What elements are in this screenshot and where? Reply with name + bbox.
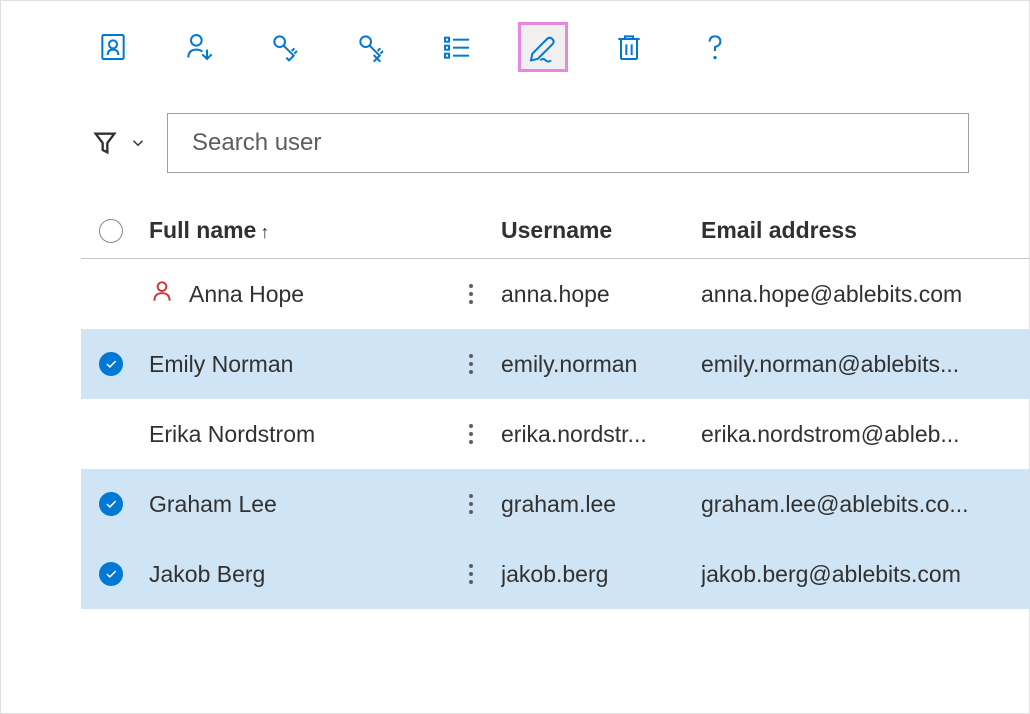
row-checkbox[interactable] <box>99 352 123 376</box>
toolbar <box>1 1 1029 93</box>
delete-button[interactable] <box>607 25 651 69</box>
add-user-icon <box>97 31 129 63</box>
row-more-button[interactable] <box>441 352 501 376</box>
reset-password-button[interactable] <box>263 25 307 69</box>
row-email: anna.hope@ablebits.com <box>701 281 1029 308</box>
assign-user-icon <box>183 31 215 63</box>
table-row[interactable]: Anna Hope anna.hopeanna.hope@ablebits.com <box>81 259 1029 329</box>
row-checkbox-wrap <box>81 492 141 516</box>
more-vertical-icon <box>468 352 474 376</box>
column-fullname[interactable]: Full name↑ <box>141 217 501 244</box>
row-checkbox-wrap <box>81 562 141 586</box>
row-email: graham.lee@ablebits.co... <box>701 491 1029 518</box>
row-email: erika.nordstrom@ableb... <box>701 421 1029 448</box>
row-fullname: Anna Hope <box>141 278 441 310</box>
more-vertical-icon <box>468 282 474 306</box>
list-icon <box>441 31 473 63</box>
row-more-button[interactable] <box>441 562 501 586</box>
row-fullname: Emily Norman <box>141 351 441 378</box>
row-email: jakob.berg@ablebits.com <box>701 561 1029 588</box>
row-username: emily.norman <box>501 351 701 378</box>
filter-button[interactable] <box>91 129 147 157</box>
key-check-icon <box>269 31 301 63</box>
remove-password-button[interactable] <box>349 25 393 69</box>
more-vertical-icon <box>468 422 474 446</box>
more-vertical-icon <box>468 562 474 586</box>
add-user-button[interactable] <box>91 25 135 69</box>
table-row[interactable]: Erika Nordstrom erika.nordstr...erika.nor… <box>81 399 1029 469</box>
select-all-checkbox[interactable] <box>99 219 123 243</box>
table-header: Full name↑ Username Email address <box>81 203 1029 259</box>
search-input[interactable] <box>167 113 969 173</box>
help-icon <box>699 31 731 63</box>
edit-button[interactable] <box>521 25 565 69</box>
admin-user-icon <box>149 278 175 310</box>
table-row[interactable]: Graham Lee graham.leegraham.lee@ablebits.… <box>81 469 1029 539</box>
row-checkbox[interactable] <box>99 492 123 516</box>
row-checkbox-wrap <box>81 352 141 376</box>
row-checkbox[interactable] <box>99 562 123 586</box>
users-table: Full name↑ Username Email address Anna H… <box>81 203 1029 609</box>
search-row <box>1 93 1029 203</box>
key-x-icon <box>355 31 387 63</box>
row-fullname: Graham Lee <box>141 491 441 518</box>
sort-ascending-icon: ↑ <box>260 222 269 242</box>
assign-user-button[interactable] <box>177 25 221 69</box>
row-username: graham.lee <box>501 491 701 518</box>
table-row[interactable]: Jakob Berg jakob.bergjakob.berg@ablebits.… <box>81 539 1029 609</box>
more-vertical-icon <box>468 492 474 516</box>
help-button[interactable] <box>693 25 737 69</box>
trash-icon <box>613 31 645 63</box>
row-more-button[interactable] <box>441 492 501 516</box>
table-body: Anna Hope anna.hopeanna.hope@ablebits.com… <box>81 259 1029 609</box>
row-more-button[interactable] <box>441 422 501 446</box>
row-username: anna.hope <box>501 281 701 308</box>
chevron-down-icon <box>129 134 147 152</box>
column-username[interactable]: Username <box>501 217 701 244</box>
row-more-button[interactable] <box>441 282 501 306</box>
row-username: jakob.berg <box>501 561 701 588</box>
row-fullname: Erika Nordstrom <box>141 421 441 448</box>
table-row[interactable]: Emily Norman emily.normanemily.norman@abl… <box>81 329 1029 399</box>
row-username: erika.nordstr... <box>501 421 701 448</box>
row-fullname: Jakob Berg <box>141 561 441 588</box>
edit-icon <box>527 31 559 63</box>
column-fullname-label: Full name <box>149 217 256 243</box>
column-email[interactable]: Email address <box>701 217 1029 244</box>
filter-icon <box>91 129 119 157</box>
row-email: emily.norman@ablebits... <box>701 351 1029 378</box>
list-view-button[interactable] <box>435 25 479 69</box>
